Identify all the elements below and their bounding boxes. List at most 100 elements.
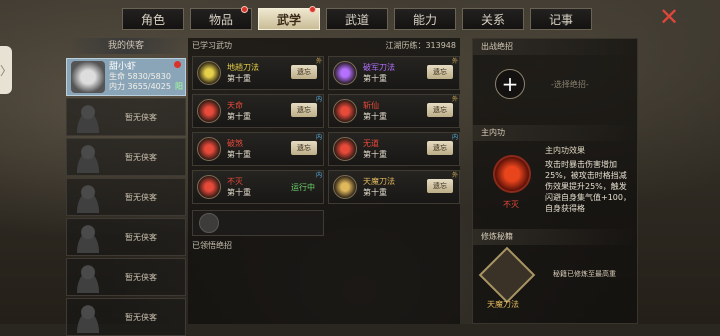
choose-move-hint: -选择绝招-	[551, 80, 589, 89]
add-burst-move-button[interactable]: +	[495, 69, 525, 99]
empty-hero-slot[interactable]: 暂无侠客	[66, 98, 186, 136]
tab-label: 记事	[548, 12, 573, 27]
empty-hero-slot[interactable]: 暂无侠客	[66, 258, 186, 296]
skill-text: 斩仙 第十重	[363, 100, 387, 122]
skill-icon	[333, 99, 357, 123]
silhouette-icon	[71, 261, 105, 293]
empty-hero-slot[interactable]: 暂无侠客	[66, 178, 186, 216]
skill-text: 破军刀法 第十重	[363, 62, 395, 84]
inner-skill-icon[interactable]	[493, 155, 531, 193]
hero-list-title: 我的侠客	[66, 38, 186, 54]
skill-type-tag: 内	[315, 134, 322, 141]
tab-6[interactable]: 记事	[530, 8, 592, 30]
skill-level: 第十重	[363, 150, 387, 159]
skill-card[interactable]: 天命 第十重 遗忘内	[192, 94, 324, 128]
skill-level: 第十重	[227, 112, 251, 121]
empty-hero-slot[interactable]: 暂无侠客	[66, 298, 186, 336]
skill-level: 第十重	[363, 112, 387, 121]
skill-type-tag: 外	[451, 172, 458, 179]
experience-value: 江湖历练：313948	[385, 41, 456, 50]
skill-level: 第十重	[363, 74, 387, 83]
empty-slot-label: 暂无侠客	[125, 112, 157, 122]
learned-skills-label: 已学习武功	[192, 41, 232, 50]
skill-card[interactable]: 破军刀法 第十重 遗忘外	[328, 56, 460, 90]
skill-card[interactable]: 天魔刀法 第十重 遗忘外	[328, 170, 460, 204]
skill-type-tag: 内	[315, 172, 322, 179]
skill-icon	[197, 137, 221, 161]
skill-level: 第十重	[227, 188, 251, 197]
hero-avatar	[71, 61, 105, 93]
skill-text: 无道 第十重	[363, 138, 387, 160]
tab-label: 物品	[208, 12, 233, 27]
close-button[interactable]: ✕	[656, 3, 682, 31]
silhouette-icon	[71, 181, 105, 213]
skill-type-tag: 外	[315, 58, 322, 65]
skill-card[interactable]: 地趟刀法 第十重 遗忘外	[192, 56, 324, 90]
tab-5[interactable]: 关系	[462, 8, 524, 30]
skill-type-tag: 外	[451, 96, 458, 103]
close-icon: ✕	[658, 3, 680, 31]
hero-mp: 内力 3655/4025	[109, 82, 171, 91]
skill-icon	[197, 99, 221, 123]
plus-icon: +	[501, 72, 519, 96]
skill-type-tag: 内	[315, 96, 322, 103]
cultivation-header: 修炼秘籍	[473, 229, 637, 245]
skill-grid: 地趟刀法 第十重 遗忘外破军刀法 第十重 遗忘外天命 第十重 遗忘内斩仙 第十重 遗忘外破煞 第十…	[188, 54, 460, 206]
notification-dot	[309, 6, 316, 13]
skill-card[interactable]: 无道 第十重 遗忘内	[328, 132, 460, 166]
skill-name: 不灭	[227, 177, 243, 186]
skill-name: 天魔刀法	[363, 177, 395, 186]
empty-skill-slot[interactable]	[192, 210, 324, 236]
skill-text: 地趟刀法 第十重	[227, 62, 259, 84]
empty-slot-label: 暂无侠客	[125, 152, 157, 162]
hero-yang-badge: 阳	[174, 82, 183, 91]
skill-text: 天魔刀法 第十重	[363, 176, 395, 198]
inner-effect-title: 主内功效果	[545, 146, 585, 155]
skill-name: 无道	[363, 139, 379, 148]
silhouette-icon	[71, 141, 105, 173]
hero-hp: 生命 5830/5830	[109, 72, 171, 81]
skill-card[interactable]: 不灭第十重 运行中内	[192, 170, 324, 204]
top-tab-bar: 角色 物品 武学 武道 能力 关系 记事	[122, 6, 592, 30]
chevron-right-icon: 〉	[0, 63, 13, 78]
skill-name: 破煞	[227, 139, 243, 148]
tab-1[interactable]: 物品	[190, 6, 252, 30]
tab-4[interactable]: 能力	[394, 8, 456, 30]
skill-card[interactable]: 斩仙 第十重 遗忘外	[328, 94, 460, 128]
notification-dot	[241, 6, 248, 13]
book-icon[interactable]	[478, 246, 536, 304]
skill-type-tag: 外	[451, 58, 458, 65]
hero-name: 甜小虾	[109, 62, 137, 72]
skill-card[interactable]: 破煞 第十重 遗忘内	[192, 132, 324, 166]
tab-label: 关系	[480, 12, 505, 27]
tab-label: 角色	[140, 12, 165, 27]
notification-dot	[174, 61, 181, 68]
hero-info: 甜小虾 生命 5830/5830 内力 3655/4025 阳	[109, 62, 183, 92]
skill-icon	[197, 61, 221, 85]
empty-ring-icon	[199, 213, 219, 233]
skill-level: 第十重	[227, 74, 251, 83]
hero-card-active[interactable]: 甜小虾 生命 5830/5830 内力 3655/4025 阳	[66, 58, 186, 96]
inner-skill-name: 不灭	[503, 200, 519, 209]
side-drawer-handle[interactable]: 〉	[0, 46, 12, 94]
skill-type-tag: 内	[451, 134, 458, 141]
burst-move-header: 出战绝招	[473, 39, 637, 55]
skill-level: 第十重	[227, 150, 251, 159]
silhouette-icon	[71, 221, 105, 253]
book-name: 天魔刀法	[487, 300, 519, 309]
martial-arts-panel: 已学习武功 江湖历练：313948 地趟刀法 第十重 遗忘外破军刀法 第十重 遗忘外天命…	[188, 38, 460, 324]
tab-label: 能力	[412, 12, 437, 27]
skill-name: 破军刀法	[363, 63, 395, 72]
running-status: 运行中	[291, 183, 315, 192]
empty-hero-slot[interactable]: 暂无侠客	[66, 218, 186, 256]
tab-0[interactable]: 角色	[122, 8, 184, 30]
skill-name: 地趟刀法	[227, 63, 259, 72]
silhouette-icon	[71, 101, 105, 133]
empty-slot-label: 暂无侠客	[125, 192, 157, 202]
empty-slot-label: 暂无侠客	[125, 312, 157, 322]
skill-icon	[333, 175, 357, 199]
tab-2[interactable]: 武学	[258, 6, 320, 30]
skill-icon	[333, 137, 357, 161]
tab-3[interactable]: 武道	[326, 8, 388, 30]
empty-hero-slot[interactable]: 暂无侠客	[66, 138, 186, 176]
